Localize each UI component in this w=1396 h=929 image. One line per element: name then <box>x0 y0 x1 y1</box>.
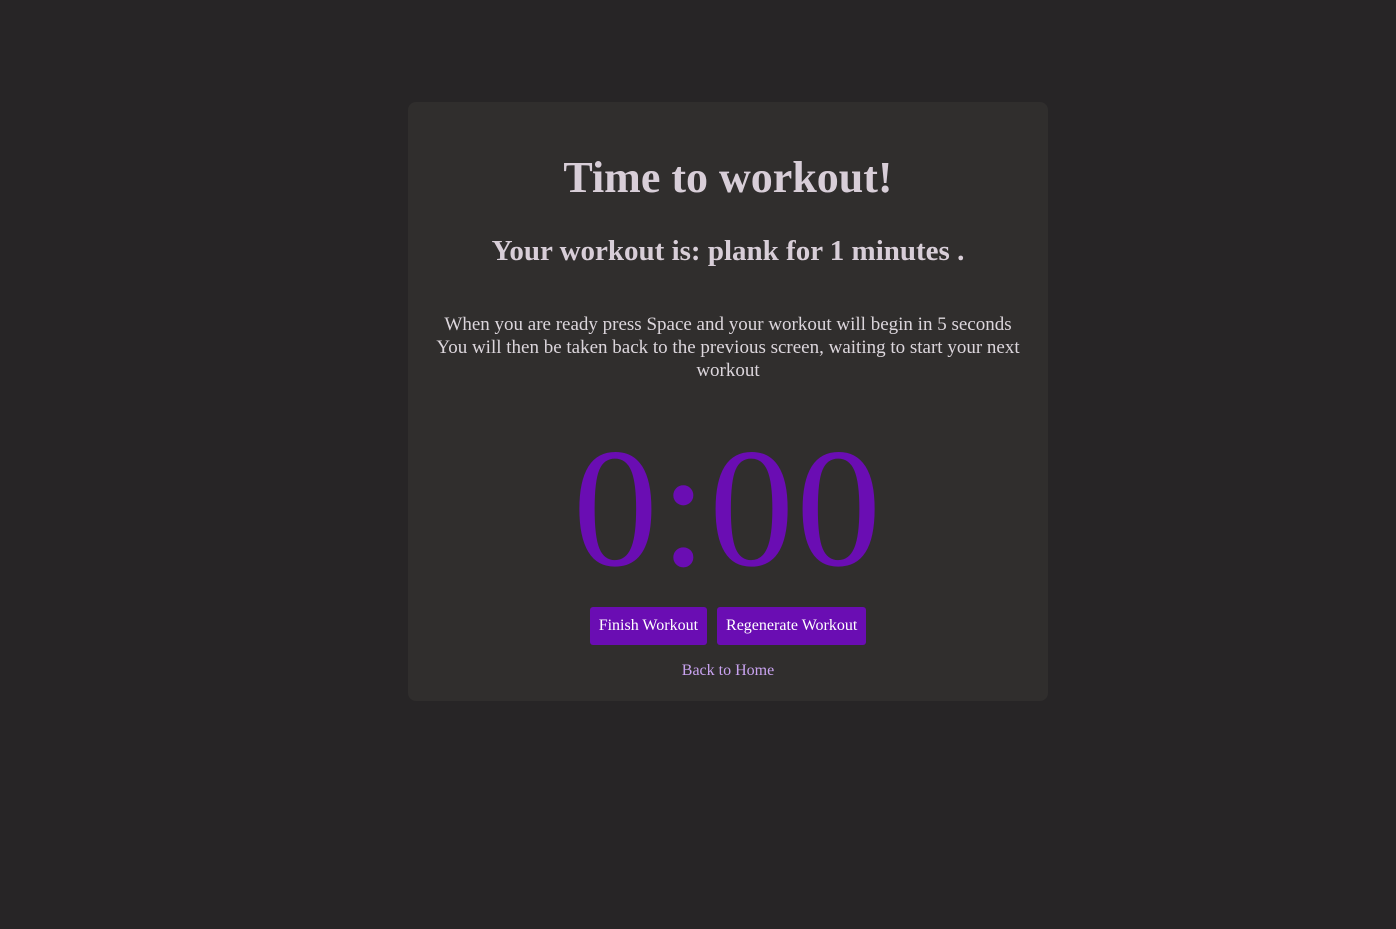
action-buttons: Finish Workout Regenerate Workout <box>408 607 1048 645</box>
instructions-line-2: You will then be taken back to the previ… <box>436 337 1020 381</box>
back-to-home-link[interactable]: Back to Home <box>408 662 1048 680</box>
instructions-line-1: When you are ready press Space and your … <box>444 314 1012 335</box>
page-title: Time to workout! <box>563 153 893 202</box>
workout-description: Your workout is: plank for 1 minutes . <box>491 235 965 267</box>
workout-instructions: When you are ready press Space and your … <box>428 313 1028 382</box>
regenerate-workout-button[interactable]: Regenerate Workout <box>717 607 867 645</box>
countdown-timer: 0:00 <box>572 414 884 602</box>
finish-workout-button[interactable]: Finish Workout <box>589 607 708 645</box>
workout-card: Time to workout! Your workout is: plank … <box>408 102 1048 701</box>
